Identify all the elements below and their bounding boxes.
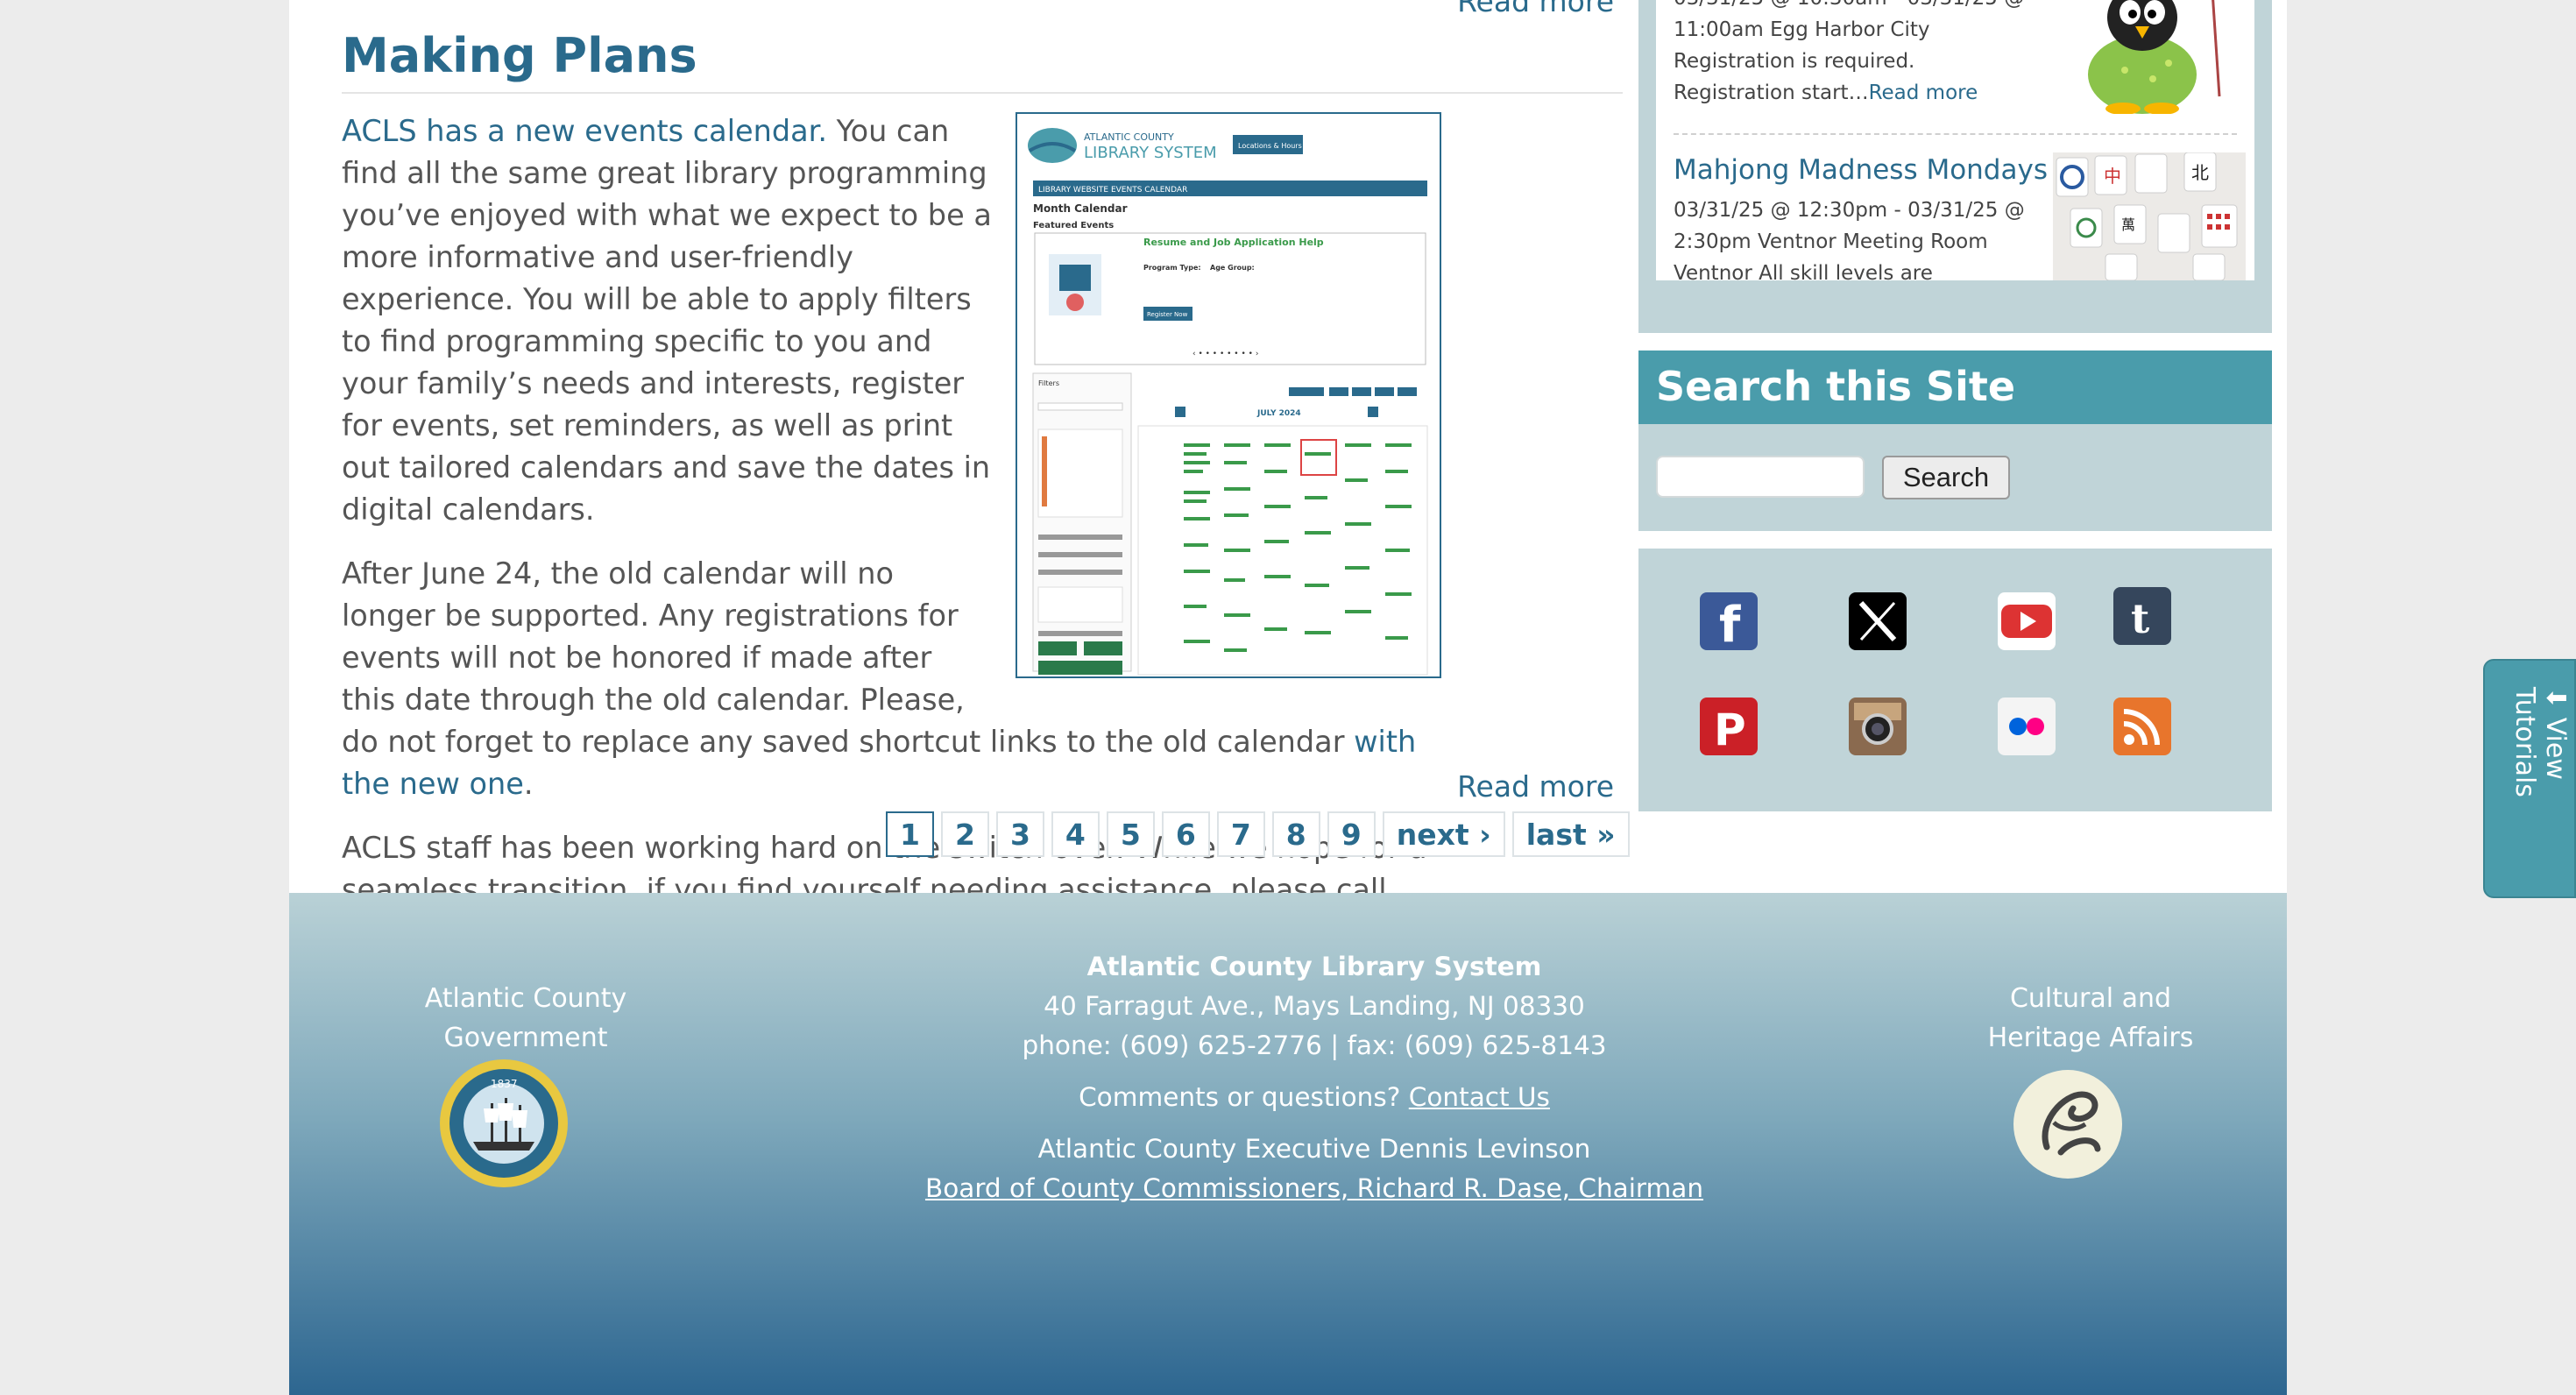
cal-featured-title: Resume and Job Application Help bbox=[1143, 237, 1324, 248]
site-footer: Atlantic County Government 1837 Atlantic… bbox=[289, 893, 2287, 1395]
pager-next[interactable]: next › bbox=[1382, 811, 1505, 857]
footer-contact: Atlantic County Library System 40 Farrag… bbox=[894, 947, 1735, 1208]
search-button[interactable]: Search bbox=[1882, 456, 2010, 499]
tumblr-icon[interactable]: t bbox=[2113, 587, 2171, 645]
pager-page-2[interactable]: 2 bbox=[940, 811, 989, 857]
cal-register-button: Register Now bbox=[1147, 311, 1188, 318]
search-input[interactable] bbox=[1656, 456, 1865, 498]
footer-phone-fax: phone: (609) 625-2776 | fax: (609) 625-8… bbox=[1022, 1030, 1607, 1060]
svg-text:中: 中 bbox=[2104, 166, 2121, 187]
cal-featured-label: Featured Events bbox=[1033, 221, 1114, 230]
cal-age-group: Age Group: bbox=[1210, 264, 1255, 272]
footer-comments: Comments or questions? Contact Us bbox=[894, 1078, 1735, 1117]
cultural-heritage-link[interactable]: Cultural and Heritage Affairs bbox=[1959, 979, 2222, 1058]
footer-board: Board of County Commissioners, Richard R… bbox=[894, 1169, 1735, 1208]
footer-address: 40 Farragut Ave., Mays Landing, NJ 08330 bbox=[1044, 991, 1585, 1021]
event-2-text: 03/31/25 @ 12:30pm - 03/31/25 @ 2:30pm V… bbox=[1674, 199, 2025, 280]
paragraph-2-end: . bbox=[523, 767, 534, 801]
pagination: 1 2 3 4 5 6 7 8 9 next › last » bbox=[886, 811, 1630, 857]
cal-filters-label: Filters bbox=[1038, 379, 1059, 387]
calendar-preview-graphic: ATLANTIC COUNTY LIBRARY SYSTEM Locations… bbox=[1017, 114, 1440, 676]
page: Read more Making Plans ATLANTIC COUNTY L… bbox=[289, 0, 2287, 1395]
cal-brand-line1: ATLANTIC COUNTY bbox=[1084, 131, 1174, 143]
cal-month-label: Month Calendar bbox=[1033, 202, 1128, 215]
instagram-icon[interactable] bbox=[1849, 698, 1907, 755]
calendar-screenshot-image: ATLANTIC COUNTY LIBRARY SYSTEM Locations… bbox=[1016, 112, 1441, 678]
event-1-read-more[interactable]: Read more bbox=[1869, 81, 1978, 104]
pager-page-7[interactable]: 7 bbox=[1216, 811, 1265, 857]
comments-text: Comments or questions? bbox=[1079, 1082, 1401, 1112]
contact-us-link[interactable]: Contact Us bbox=[1409, 1082, 1550, 1112]
read-more-link[interactable]: Read more bbox=[1457, 769, 1614, 804]
svg-text:萬: 萬 bbox=[2121, 216, 2135, 233]
pager-page-9[interactable]: 9 bbox=[1327, 811, 1376, 857]
x-twitter-icon[interactable] bbox=[1849, 592, 1907, 650]
event-1-summary: 03/31/25 @ 10:30am - 03/31/25 @ 11:00am … bbox=[1674, 0, 2042, 109]
flickr-icon[interactable] bbox=[1998, 698, 2056, 755]
cal-nav-bar: LIBRARY WEBSITE EVENTS CALENDAR bbox=[1038, 186, 1187, 195]
cal-brand-line2: LIBRARY SYSTEM bbox=[1084, 144, 1217, 162]
search-block: Search this Site Search bbox=[1638, 351, 2272, 531]
rss-icon[interactable] bbox=[2113, 698, 2171, 755]
svg-text:P: P bbox=[1714, 705, 1746, 755]
cal-month-heading: JULY 2024 bbox=[1256, 409, 1301, 418]
event-2-title-link[interactable]: Mahjong Madness Mondays bbox=[1674, 154, 2048, 186]
pinterest-icon[interactable]: P bbox=[1700, 698, 1758, 755]
svg-text:‹ • • • • • • • • ›: ‹ • • • • • • • • › bbox=[1192, 350, 1258, 358]
facebook-icon[interactable]: f bbox=[1700, 592, 1758, 650]
cal-program-type: Program Type: bbox=[1143, 264, 1201, 272]
paragraph-1-text: You can find all the same great library … bbox=[342, 114, 992, 527]
events-list[interactable]: 03/31/25 @ 10:30am - 03/31/25 @ 11:00am … bbox=[1656, 0, 2254, 280]
pager-page-8[interactable]: 8 bbox=[1271, 811, 1320, 857]
new-calendar-link[interactable]: ACLS has a new events calendar. bbox=[342, 114, 827, 148]
pager-page-3[interactable]: 3 bbox=[995, 811, 1044, 857]
chevron-down-icon: ⬇ bbox=[2540, 687, 2571, 710]
view-tutorials-label: ⬇ View Tutorials bbox=[2509, 687, 2571, 896]
pager-last[interactable]: last » bbox=[1511, 811, 1630, 857]
county-seal-logo[interactable]: 1837 bbox=[438, 1058, 570, 1189]
cal-locations-button: Locations & Hours bbox=[1238, 142, 1302, 150]
title-divider bbox=[342, 92, 1623, 94]
svg-text:t: t bbox=[2131, 595, 2150, 642]
pager-page-1[interactable]: 1 bbox=[886, 811, 934, 857]
upcoming-events-box: 03/31/25 @ 10:30am - 03/31/25 @ 11:00am … bbox=[1638, 0, 2272, 333]
penguin-event-image[interactable] bbox=[2055, 0, 2230, 114]
county-government-link[interactable]: Atlantic County Government bbox=[394, 979, 657, 1058]
pager-page-4[interactable]: 4 bbox=[1051, 811, 1100, 857]
cultural-heritage-logo[interactable] bbox=[2012, 1068, 2124, 1180]
social-links: f t P bbox=[1638, 549, 2272, 811]
mahjong-event-image[interactable]: 中 北 萬 bbox=[2053, 152, 2246, 280]
event-divider bbox=[1674, 133, 2237, 135]
search-heading: Search this Site bbox=[1638, 351, 2272, 424]
youtube-icon[interactable] bbox=[1998, 592, 2056, 650]
pager-page-6[interactable]: 6 bbox=[1161, 811, 1210, 857]
seal-year: 1837 bbox=[491, 1078, 518, 1090]
svg-text:北: 北 bbox=[2191, 162, 2209, 183]
footer-executive: Atlantic County Executive Dennis Levinso… bbox=[1037, 1134, 1591, 1164]
svg-text:f: f bbox=[1719, 597, 1741, 650]
read-more-link-top[interactable]: Read more bbox=[1457, 0, 1614, 18]
footer-org-name: Atlantic County Library System bbox=[1086, 952, 1542, 981]
article-title[interactable]: Making Plans bbox=[342, 28, 697, 83]
pager-page-5[interactable]: 5 bbox=[1106, 811, 1155, 857]
board-commissioners-link[interactable]: Board of County Commissioners, Richard R… bbox=[925, 1173, 1703, 1203]
view-tutorials-tab[interactable]: ⬇ View Tutorials bbox=[2483, 659, 2576, 898]
